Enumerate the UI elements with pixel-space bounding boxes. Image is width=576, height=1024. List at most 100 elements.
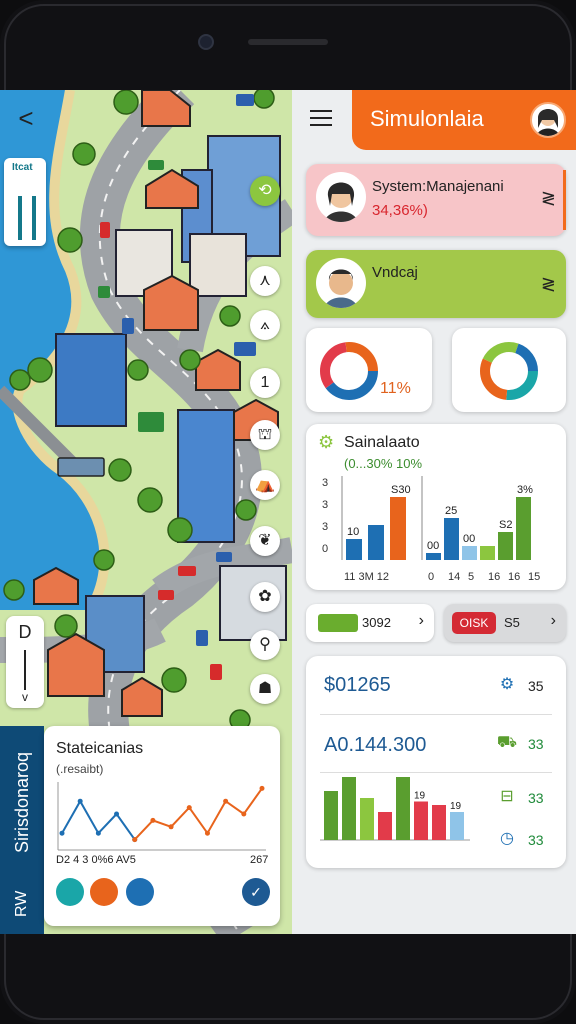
y-tick-label: 3: [322, 499, 328, 511]
group-icon[interactable]: ☗: [250, 674, 280, 704]
number-icon[interactable]: 1: [250, 368, 280, 398]
amount-secondary: A0.144.300: [324, 734, 427, 756]
bar-card-title: Sainalaato: [344, 434, 420, 451]
leaf-icon[interactable]: ⟲: [250, 176, 280, 206]
data-point: [168, 824, 174, 830]
bar: [480, 546, 495, 560]
gear-icon[interactable]: ⚙: [318, 432, 334, 453]
bar-label: 10: [347, 526, 359, 538]
y-tick-label: 3: [322, 521, 328, 533]
y-tick-label: 3: [322, 477, 328, 489]
blue-legend-dot[interactable]: [126, 878, 154, 906]
hamburger-menu-icon[interactable]: [310, 110, 332, 128]
pin-icon[interactable]: ⟑: [250, 310, 280, 340]
bar: [346, 539, 362, 560]
data-point: [132, 837, 138, 843]
stats-line-chart: [57, 782, 266, 851]
check-icon[interactable]: ✓: [242, 878, 270, 906]
app-title: Simulonlaia: [370, 106, 484, 131]
data-point: [186, 805, 192, 811]
walk-icon[interactable]: ⚲: [250, 630, 280, 660]
truck-icon[interactable]: ⛟: [494, 730, 520, 756]
app-header: Simulonlaia: [352, 90, 576, 150]
amount-primary: $01265: [324, 674, 391, 696]
data-point: [241, 811, 247, 817]
bar: [368, 525, 384, 560]
x-tick-label: 14: [448, 571, 460, 583]
basket-icon[interactable]: ⛫: [250, 420, 280, 450]
front-camera: [198, 34, 214, 50]
chevron-down-icon[interactable]: v: [6, 690, 44, 704]
donut-card-2[interactable]: [452, 328, 566, 412]
row-value: 33: [528, 832, 544, 848]
row-value: 35: [528, 678, 544, 694]
bar: [414, 801, 428, 840]
pill-value: S5: [504, 615, 520, 630]
bar: [432, 805, 446, 840]
bar: [324, 791, 338, 840]
user-card[interactable]: Vndcaj ≷: [306, 250, 566, 318]
phone-frame: < Itcat ⟲ ⋏ ⟑ 1 ⛫ ⛺ ❦ ✿ ⚲ ☗ D v Sirisdon…: [0, 0, 576, 1024]
finance-card: $01265 A0.144.300 ⚙ 35 ⛟ 33 ⊟ 33 ◷ 33 19…: [306, 656, 566, 868]
bar: [516, 497, 531, 560]
donut-percentage: 11%: [380, 380, 411, 397]
x-tick-label: 15: [528, 571, 540, 583]
zoom-control[interactable]: D v: [6, 616, 44, 708]
side-label-sub: RW: [13, 890, 30, 918]
house: [195, 348, 241, 391]
value-swatch: [318, 614, 358, 632]
risk-tag: OISK: [452, 612, 496, 634]
orange-legend-dot[interactable]: [90, 878, 118, 906]
fork-icon[interactable]: ⋏: [250, 266, 280, 296]
stats-subtitle: (.resaibt): [56, 762, 104, 776]
bar-card-subtitle: (0...30% 10%: [344, 456, 423, 471]
tent-icon[interactable]: ⛺: [250, 470, 280, 500]
side-label-tab[interactable]: Sirisdonaroq RW: [0, 726, 44, 934]
building: [189, 233, 247, 297]
map-tag-label: Itcat: [12, 162, 33, 173]
data-point: [259, 785, 265, 791]
gear-icon[interactable]: ⚙: [494, 672, 520, 698]
woman-face-icon: [324, 182, 358, 222]
y-tick-label: 0: [322, 543, 328, 555]
value-pill[interactable]: 3092 ›: [306, 604, 434, 642]
donut-card-1[interactable]: 11%: [306, 328, 432, 412]
data-point: [59, 830, 65, 836]
bar-chart-card: ⚙ Sainalaato (0...30% 10% 3 3 3 0 10 S30 00 25 0…: [306, 424, 566, 590]
back-button[interactable]: <: [12, 104, 40, 132]
heart-icon[interactable]: ❦: [250, 526, 280, 556]
risk-pill[interactable]: OISK S5 ›: [444, 604, 566, 642]
stats-axis-value: 267: [250, 854, 269, 866]
bar-label: S2: [499, 519, 512, 531]
system-manager-card[interactable]: System:Manajenani 34,36%) ≷: [306, 164, 566, 236]
expand-icon[interactable]: ≷: [541, 274, 556, 295]
city-map[interactable]: < Itcat ⟲ ⋏ ⟑ 1 ⛫ ⛺ ❦ ✿ ⚲ ☗ D v Sirisdon…: [0, 90, 292, 934]
card-value: 34,36%): [372, 202, 428, 219]
zoom-slider[interactable]: [24, 650, 26, 690]
bar: [360, 798, 374, 840]
zoom-top-label: D: [18, 622, 32, 642]
x-tick-label: 11 3M 12: [344, 571, 389, 583]
bar: [426, 553, 441, 560]
building: [55, 333, 127, 427]
card-title: Vndcaj: [372, 264, 418, 281]
x-tick-label: 16: [488, 571, 500, 583]
clock-icon[interactable]: ◷: [494, 826, 520, 852]
flower-icon[interactable]: ✿: [250, 582, 280, 612]
data-point: [204, 830, 210, 836]
user-avatar: [316, 172, 366, 222]
register-icon[interactable]: ⊟: [494, 784, 520, 810]
bar-label: 25: [445, 505, 457, 517]
grouped-bar-chart: 3 3 3 0 10 S30 00 25 00 S2 3% 11 3M 12 0 14 5 16 16 15: [322, 476, 540, 583]
map-layer-tag[interactable]: Itcat: [4, 158, 46, 246]
bar-label: 19: [414, 791, 426, 802]
row-value: 33: [528, 736, 544, 752]
expand-icon[interactable]: ≷: [541, 188, 556, 209]
stats-title: Stateicanias: [56, 740, 144, 757]
data-point: [150, 817, 156, 823]
x-tick-label: 16: [508, 571, 520, 583]
teal-legend-dot[interactable]: [56, 878, 84, 906]
bar-label: 19: [450, 801, 462, 812]
user-avatar[interactable]: [530, 102, 566, 138]
bar: [378, 812, 392, 840]
